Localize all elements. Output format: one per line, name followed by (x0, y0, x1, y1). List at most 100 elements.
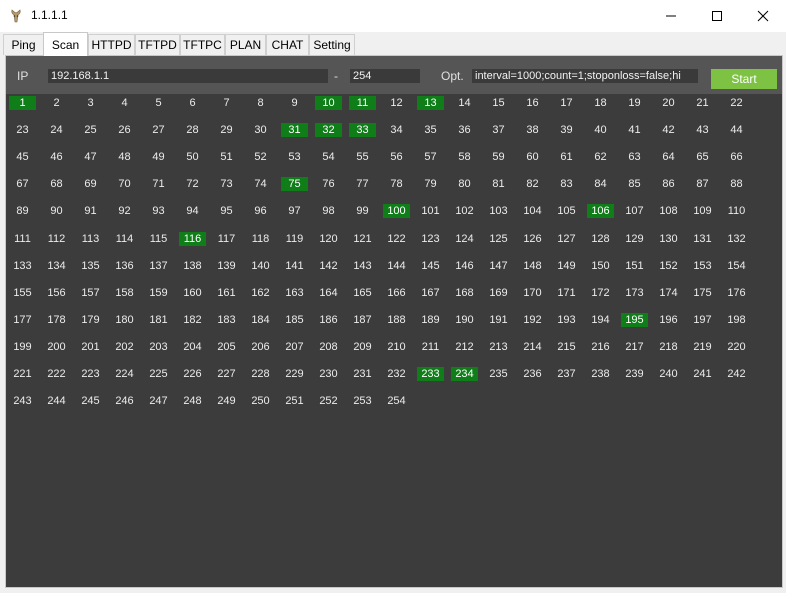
host-cell[interactable]: 87 (689, 177, 716, 191)
host-cell[interactable]: 140 (247, 259, 274, 273)
host-cell[interactable]: 236 (519, 367, 546, 381)
host-cell[interactable]: 184 (247, 313, 274, 327)
host-cell[interactable]: 35 (417, 123, 444, 137)
host-cell[interactable]: 117 (213, 232, 240, 246)
host-cell[interactable]: 5 (145, 96, 172, 110)
host-cell[interactable]: 133 (9, 259, 36, 273)
host-cell-online[interactable]: 32 (315, 123, 342, 138)
host-cell[interactable]: 7 (213, 96, 240, 110)
host-cell[interactable]: 188 (383, 313, 410, 327)
host-cell[interactable]: 146 (451, 259, 478, 273)
host-cell[interactable]: 40 (587, 123, 614, 137)
host-cell[interactable]: 229 (281, 367, 308, 381)
host-cell[interactable]: 126 (519, 232, 546, 246)
host-cell[interactable]: 77 (349, 177, 376, 191)
host-cell[interactable]: 214 (519, 340, 546, 354)
host-cell[interactable]: 16 (519, 96, 546, 110)
host-cell[interactable]: 148 (519, 259, 546, 273)
host-cell[interactable]: 103 (485, 204, 512, 218)
minimize-button[interactable] (648, 0, 694, 32)
host-cell[interactable]: 47 (77, 150, 104, 164)
host-cell[interactable]: 73 (213, 177, 240, 191)
host-cell[interactable]: 241 (689, 367, 716, 381)
tab-tftpc[interactable]: TFTPC (180, 34, 225, 55)
host-cell[interactable]: 39 (553, 123, 580, 137)
host-cell[interactable]: 14 (451, 96, 478, 110)
host-cell[interactable]: 168 (451, 286, 478, 300)
host-cell[interactable]: 21 (689, 96, 716, 110)
host-cell[interactable]: 95 (213, 204, 240, 218)
host-cell[interactable]: 130 (655, 232, 682, 246)
host-cell[interactable]: 253 (349, 394, 376, 408)
host-cell[interactable]: 2 (43, 96, 70, 110)
host-cell[interactable]: 175 (689, 286, 716, 300)
host-cell[interactable]: 205 (213, 340, 240, 354)
host-cell[interactable]: 160 (179, 286, 206, 300)
host-cell[interactable]: 209 (349, 340, 376, 354)
host-cell[interactable]: 182 (179, 313, 206, 327)
host-cell[interactable]: 216 (587, 340, 614, 354)
maximize-button[interactable] (694, 0, 740, 32)
host-cell[interactable]: 104 (519, 204, 546, 218)
host-cell[interactable]: 98 (315, 204, 342, 218)
host-cell[interactable]: 91 (77, 204, 104, 218)
host-cell[interactable]: 88 (723, 177, 750, 191)
host-cell[interactable]: 155 (9, 286, 36, 300)
host-cell[interactable]: 44 (723, 123, 750, 137)
host-cell[interactable]: 191 (485, 313, 512, 327)
host-cell[interactable]: 165 (349, 286, 376, 300)
host-cell[interactable]: 200 (43, 340, 70, 354)
host-cell[interactable]: 90 (43, 204, 70, 218)
host-cell[interactable]: 249 (213, 394, 240, 408)
tab-plan[interactable]: PLAN (225, 34, 266, 55)
host-cell[interactable]: 96 (247, 204, 274, 218)
host-cell[interactable]: 45 (9, 150, 36, 164)
host-cell[interactable]: 89 (9, 204, 36, 218)
host-cell[interactable]: 173 (621, 286, 648, 300)
host-cell[interactable]: 63 (621, 150, 648, 164)
host-cell[interactable]: 207 (281, 340, 308, 354)
host-cell[interactable]: 197 (689, 313, 716, 327)
host-cell[interactable]: 141 (281, 259, 308, 273)
host-cell[interactable]: 76 (315, 177, 342, 191)
host-cell-online[interactable]: 1 (9, 96, 36, 110)
host-cell[interactable]: 239 (621, 367, 648, 381)
host-cell[interactable]: 150 (587, 259, 614, 273)
host-cell-online[interactable]: 10 (315, 96, 342, 110)
host-cell-online[interactable]: 233 (417, 367, 444, 381)
host-cell[interactable]: 137 (145, 259, 172, 273)
host-cell[interactable]: 151 (621, 259, 648, 273)
host-cell[interactable]: 248 (179, 394, 206, 408)
host-cell[interactable]: 156 (43, 286, 70, 300)
host-cell[interactable]: 145 (417, 259, 444, 273)
host-cell[interactable]: 181 (145, 313, 172, 327)
host-cell[interactable]: 26 (111, 123, 138, 137)
host-cell[interactable]: 223 (77, 367, 104, 381)
tab-chat[interactable]: CHAT (266, 34, 309, 55)
host-cell[interactable]: 74 (247, 177, 274, 191)
host-cell[interactable]: 115 (145, 232, 172, 246)
host-cell[interactable]: 113 (77, 232, 104, 246)
host-cell[interactable]: 149 (553, 259, 580, 273)
host-cell[interactable]: 3 (77, 96, 104, 110)
tab-httpd[interactable]: HTTPD (88, 34, 135, 55)
host-cell[interactable]: 208 (315, 340, 342, 354)
host-cell[interactable]: 68 (43, 177, 70, 191)
host-cell[interactable]: 52 (247, 150, 274, 164)
host-cell[interactable]: 193 (553, 313, 580, 327)
host-cell[interactable]: 247 (145, 394, 172, 408)
host-cell[interactable]: 237 (553, 367, 580, 381)
host-cell[interactable]: 107 (621, 204, 648, 218)
host-cell[interactable]: 9 (281, 96, 308, 110)
host-cell[interactable]: 174 (655, 286, 682, 300)
ip-start-input[interactable]: 192.168.1.1 (48, 69, 328, 83)
host-cell[interactable]: 22 (723, 96, 750, 110)
host-cell[interactable]: 143 (349, 259, 376, 273)
host-cell[interactable]: 163 (281, 286, 308, 300)
host-cell[interactable]: 124 (451, 232, 478, 246)
host-cell[interactable]: 66 (723, 150, 750, 164)
host-cell[interactable]: 119 (281, 232, 308, 246)
host-cell[interactable]: 36 (451, 123, 478, 137)
host-cell[interactable]: 71 (145, 177, 172, 191)
host-cell[interactable]: 129 (621, 232, 648, 246)
